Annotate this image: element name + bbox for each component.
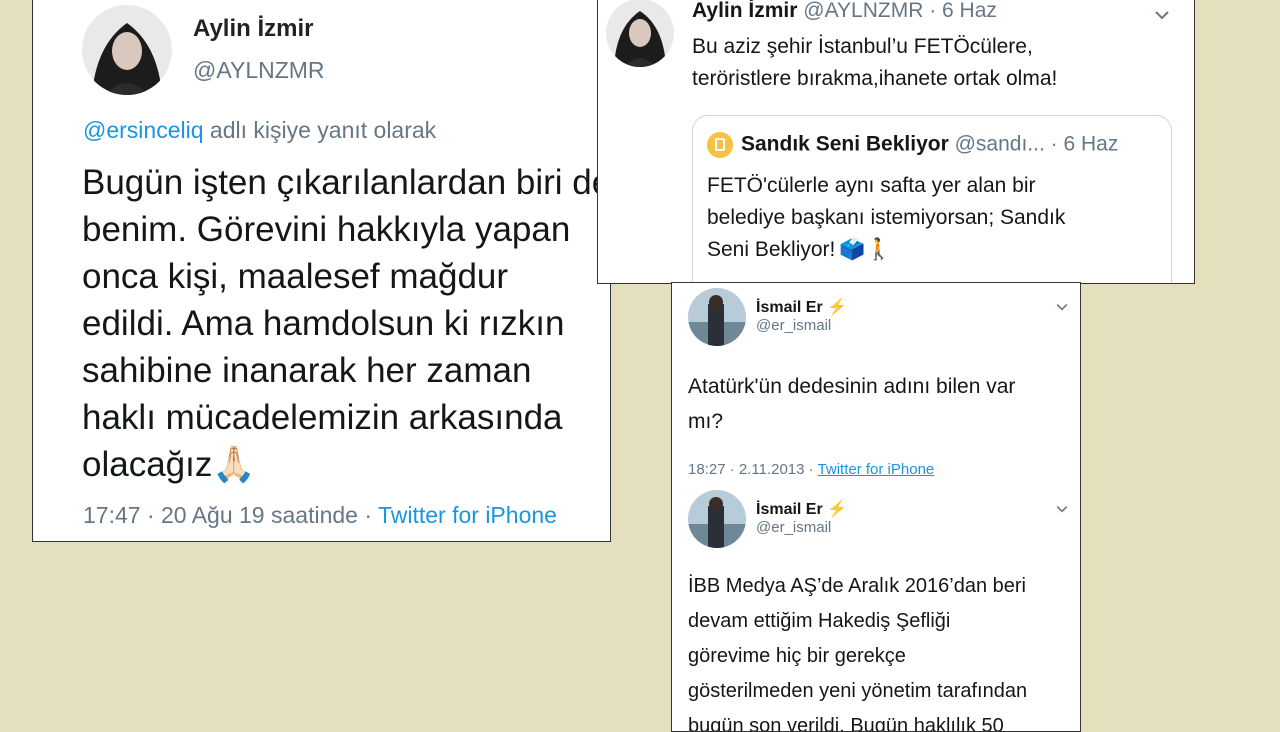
reply-context: @ersinceliq adlı kişiye yanıt olarak: [83, 117, 436, 144]
user-handle[interactable]: @AYLNZMR: [803, 0, 923, 22]
user-handle[interactable]: @AYLNZMR: [193, 57, 325, 84]
avatar[interactable]: [688, 288, 746, 346]
tweet-date[interactable]: · 6 Haz: [929, 0, 997, 22]
timestamp: 17:47 · 20 Ağu 19 saatinde ·: [83, 502, 378, 528]
avatar[interactable]: [82, 5, 172, 95]
display-name-text: İsmail Er: [756, 501, 823, 518]
tweet-body: İBB Medya AŞ’de Aralık 2016’dan beri dev…: [688, 575, 1028, 732]
ballot-box-icon: [707, 132, 733, 158]
tweet-body: Bugün işten çıkarılanlardan biri de beni…: [82, 159, 611, 488]
quoted-display-name: Sandık Seni Bekliyor: [741, 132, 949, 156]
lightning-icon: ⚡: [827, 299, 848, 316]
praying-hands-emoji: 🙏🏻: [212, 445, 256, 484]
avatar[interactable]: [606, 0, 674, 67]
chevron-down-icon[interactable]: [1054, 501, 1070, 517]
chevron-down-icon[interactable]: [1152, 5, 1172, 25]
tweet-meta: 18:27 · 2.11.2013 · Twitter for iPhone: [688, 461, 934, 478]
chevron-down-icon[interactable]: [1054, 299, 1070, 315]
user-handle[interactable]: @er_ismail: [756, 317, 831, 334]
tweet-card-aylin-quote: Aylin İzmir @AYLNZMR · 6 Haz Bu aziz şeh…: [597, 0, 1195, 284]
display-name-text: İsmail Er: [756, 299, 823, 316]
quoted-handle: @sandı...: [954, 132, 1045, 156]
display-name[interactable]: Aylin İzmir: [193, 15, 313, 43]
quoted-tweet-header: Sandık Seni Bekliyor @sandı... · 6 Haz: [707, 132, 1118, 158]
tweet-body: Atatürk'ün dedesinin adını bilen var mı?: [688, 375, 1016, 433]
reply-to-link[interactable]: @ersinceliq: [83, 117, 204, 143]
tweet-card-aylin-reply: Aylin İzmir @AYLNZMR @ersinceliq adlı ki…: [32, 0, 611, 542]
quoted-tweet[interactable]: Sandık Seni Bekliyor @sandı... · 6 Haz F…: [692, 115, 1172, 283]
quoted-tweet-body: FETÖ'cülerle aynı safta yer alan bir bel…: [707, 170, 1147, 266]
avatar[interactable]: [688, 490, 746, 548]
tweet-text: Bugün işten çıkarılanlardan biri de beni…: [82, 163, 611, 484]
reply-context-label: adlı kişiye yanıt olarak: [209, 117, 437, 143]
display-name[interactable]: İsmail Er ⚡: [756, 297, 847, 317]
tweet-body: Bu aziz şehir İstanbul’u FETÖcülere, ter…: [692, 35, 1058, 90]
source-link[interactable]: Twitter for iPhone: [378, 502, 557, 528]
tweet-header: Aylin İzmir @AYLNZMR · 6 Haz: [692, 0, 997, 23]
timestamp: 18:27 · 2.11.2013 ·: [688, 461, 818, 478]
lightning-icon: ⚡: [827, 501, 848, 518]
ballot-walking-emoji: 🗳️🚶: [839, 238, 892, 262]
tweet-meta: 17:47 · 20 Ağu 19 saatinde · Twitter for…: [83, 502, 557, 529]
user-handle[interactable]: @er_ismail: [756, 519, 831, 536]
quoted-date: · 6 Haz: [1050, 132, 1119, 156]
display-name[interactable]: İsmail Er ⚡: [756, 499, 847, 519]
display-name[interactable]: Aylin İzmir: [692, 0, 797, 22]
source-link[interactable]: Twitter for iPhone: [818, 461, 935, 478]
tweet-card-ismail: İsmail Er ⚡ @er_ismail Atatürk'ün dedesi…: [671, 282, 1081, 732]
